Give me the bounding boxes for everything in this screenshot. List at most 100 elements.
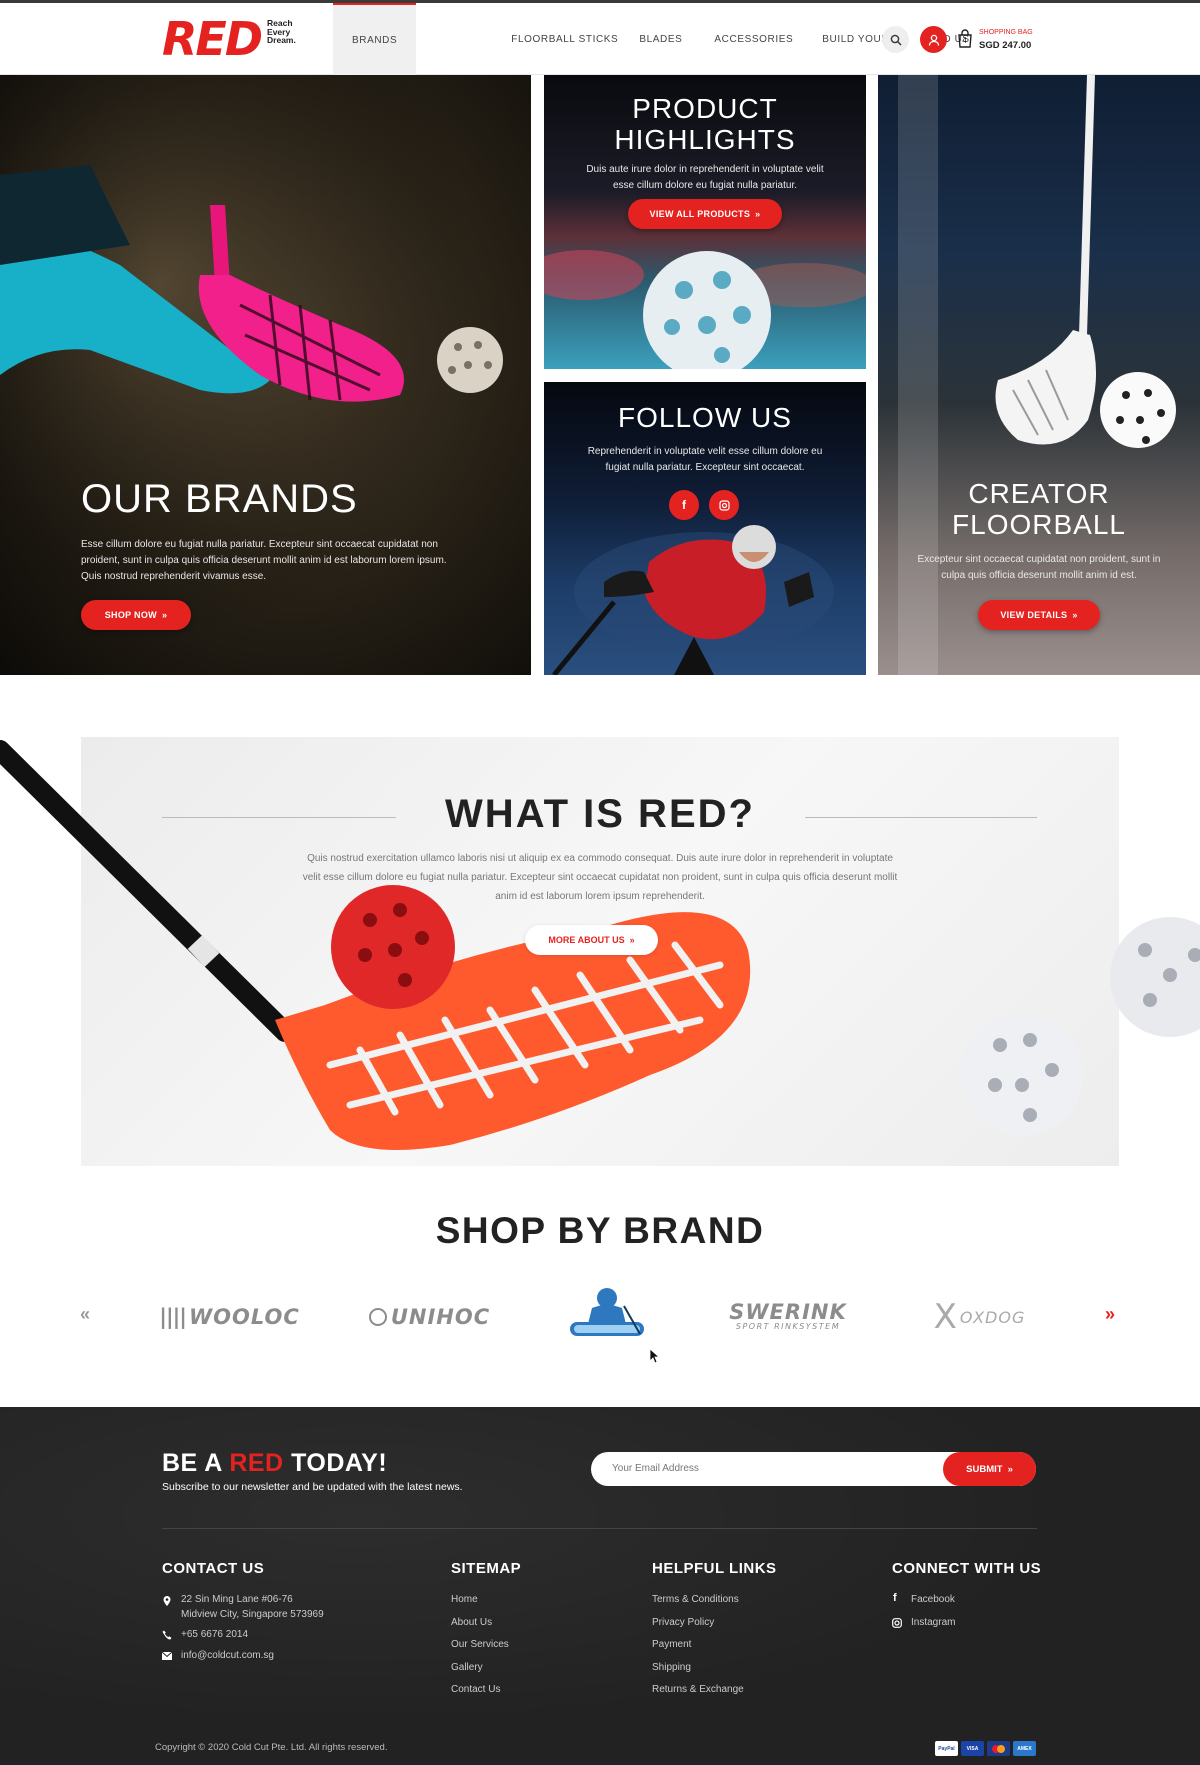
connect-title: CONNECT WITH US [892,1560,1042,1577]
brand-swerink-logo[interactable]: SWERINK SPORT RINKSYSTEM [718,1296,858,1336]
helpful-link-privacy[interactable]: Privacy Policy [652,1617,714,1628]
submit-button[interactable]: SUBMIT » [943,1452,1036,1486]
connect-link-facebook[interactable]: Facebook [911,1594,955,1605]
hero-brands-image [0,75,531,675]
contact-address-line1: 22 Sin Ming Lane #06-76 [181,1594,293,1605]
user-icon [928,34,939,46]
newsletter-title-post: TODAY! [283,1449,388,1477]
brand-unihoc-name: UNIHOC [390,1305,491,1329]
facebook-icon[interactable]: f [669,490,699,520]
hero-product-highlights: PRODUCT HIGHLIGHTS Duis aute irure dolor… [544,75,866,369]
brand-hockey-mascot-logo[interactable] [562,1283,652,1343]
more-about-us-button[interactable]: MORE ABOUT US » [525,925,658,955]
helpful-link-shipping[interactable]: Shipping [652,1662,691,1673]
view-all-products-button[interactable]: VIEW ALL PRODUCTS » [628,199,782,229]
visa-icon: VISA [961,1741,984,1756]
brand-swerink-subtitle: SPORT RINKSYSTEM [735,1321,841,1331]
hero-brands-title: OUR BRANDS [81,477,358,521]
creator-stick-image [898,75,1176,675]
view-details-button[interactable]: VIEW DETAILS » [978,600,1100,630]
contact-title: CONTACT US [162,1560,265,1577]
sitemap-link-gallery[interactable]: Gallery [451,1662,483,1673]
shopping-bag[interactable]: 4 SHOPPING BAG SGD 247.00 [956,25,1066,55]
site-logo[interactable]: RED Reach Every Dream. [162,16,303,62]
nav-floorball-sticks[interactable]: FLOORBALL STICKS [511,3,618,75]
nav-brands[interactable]: BRANDS [333,3,417,75]
hero-follow-us: FOLLOW US Reprehenderit in voluptate vel… [544,382,866,675]
contact-phone[interactable]: +65 6676 2014 [181,1629,248,1640]
wooloc-bars-icon: |||| [159,1305,187,1329]
facebook-icon: f [893,1592,897,1604]
footer-divider [162,1528,1037,1529]
helpful-link-payment[interactable]: Payment [652,1639,691,1650]
double-chevron-right-icon: » [1007,1463,1013,1475]
highlights-text: Duis aute irure dolor in reprehenderit i… [586,164,824,191]
logo-word: RED [162,12,263,66]
instagram-icon [892,1618,902,1628]
view-details-label: VIEW DETAILS [1000,610,1068,620]
newsletter-email-input[interactable]: Your Email Address SUBMIT » [591,1452,1036,1486]
mastercard-icon [987,1741,1010,1756]
instagram-glyph [718,499,730,511]
hero-our-brands: OUR BRANDS Esse cillum dolore eu fugiat … [0,75,531,675]
email-placeholder: Your Email Address [612,1463,699,1474]
unihoc-mark-icon [368,1308,387,1326]
brand-swerink-name: SWERINK [729,1299,847,1324]
oxdog-x-icon: X [933,1297,958,1337]
about-text: Quis nostrud exercitation ullamco labori… [302,853,898,902]
more-about-us-label: MORE ABOUT US [548,935,625,945]
search-button[interactable] [882,26,909,53]
sitemap-link-home[interactable]: Home [451,1594,478,1605]
follow-us-title: FOLLOW US [618,402,792,433]
shop-by-brand-title: SHOP BY BRAND [435,1210,765,1251]
bag-count: 4 [962,36,967,45]
search-icon [890,34,901,45]
amex-icon: AMEX [1013,1741,1036,1756]
view-all-products-label: VIEW ALL PRODUCTS [649,209,751,219]
helpful-link-returns[interactable]: Returns & Exchange [652,1684,744,1695]
shop-now-button[interactable]: SHOP NOW » [81,600,191,630]
double-chevron-right-icon: » [161,610,168,620]
hockey-mascot-icon [570,1288,644,1336]
helpful-links-title: HELPFUL LINKS [652,1560,777,1577]
newsletter-subtitle: Subscribe to our newsletter and be updat… [162,1481,463,1493]
brand-wooloc-logo[interactable]: |||| WOOLOC [159,1300,298,1334]
sitemap-link-about[interactable]: About Us [451,1617,492,1628]
nav-blades[interactable]: BLADES [639,3,682,75]
follow-us-text: Reprehenderit in voluptate velit esse ci… [587,446,823,473]
main-nav: BRANDS FLOORBALL STICKS BLADES ACCESSORI… [333,3,970,75]
bag-label: SHOPPING BAG [979,29,1033,36]
hero-creator-floorball: CREATOR FLOORBALL Excepteur sint occaeca… [878,75,1200,675]
contact-address-line2: Midview City, Singapore 573969 [181,1609,324,1620]
site-header: RED Reach Every Dream. BRANDS FLOORBALL … [0,3,1200,75]
highlights-title: PRODUCT HIGHLIGHTS [614,93,796,155]
double-chevron-right-icon: » [629,935,635,945]
brands-next-arrow[interactable]: » [1105,1304,1115,1325]
logo-tagline: Reach Every Dream. [267,18,296,45]
account-button[interactable] [920,26,947,53]
submit-label: SUBMIT [966,1463,1003,1475]
double-chevron-right-icon: » [755,209,761,219]
contact-email[interactable]: info@coldcut.com.sg [181,1650,274,1661]
sitemap-link-contact[interactable]: Contact Us [451,1684,500,1695]
about-title: WHAT IS RED? [445,792,755,836]
paypal-icon: PayPal [935,1741,958,1756]
connect-link-instagram[interactable]: Instagram [911,1617,955,1628]
sitemap-title: SITEMAP [451,1560,522,1577]
brand-oxdog-logo[interactable]: X OXDOG [922,1297,1037,1337]
newsletter-title-red: RED [229,1449,284,1477]
brand-unihoc-logo[interactable]: UNIHOC [362,1300,497,1334]
envelope-icon [162,1652,172,1660]
shop-now-label: SHOP NOW [104,610,157,620]
brands-prev-arrow[interactable]: « [80,1304,90,1325]
nav-accessories[interactable]: ACCESSORIES [714,3,793,75]
copyright-text: Copyright © 2020 Cold Cut Pte. Ltd. All … [155,1742,388,1753]
creator-text: Excepteur sint occaecat cupidatat non pr… [917,554,1161,581]
instagram-icon[interactable] [709,490,739,520]
creator-title: CREATOR FLOORBALL [952,478,1126,540]
phone-icon [162,1630,172,1640]
location-pin-icon [163,1596,171,1606]
hero-brands-text: Esse cillum dolore eu fugiat nulla paria… [81,539,447,582]
helpful-link-terms[interactable]: Terms & Conditions [652,1594,739,1605]
sitemap-link-services[interactable]: Our Services [451,1639,509,1650]
